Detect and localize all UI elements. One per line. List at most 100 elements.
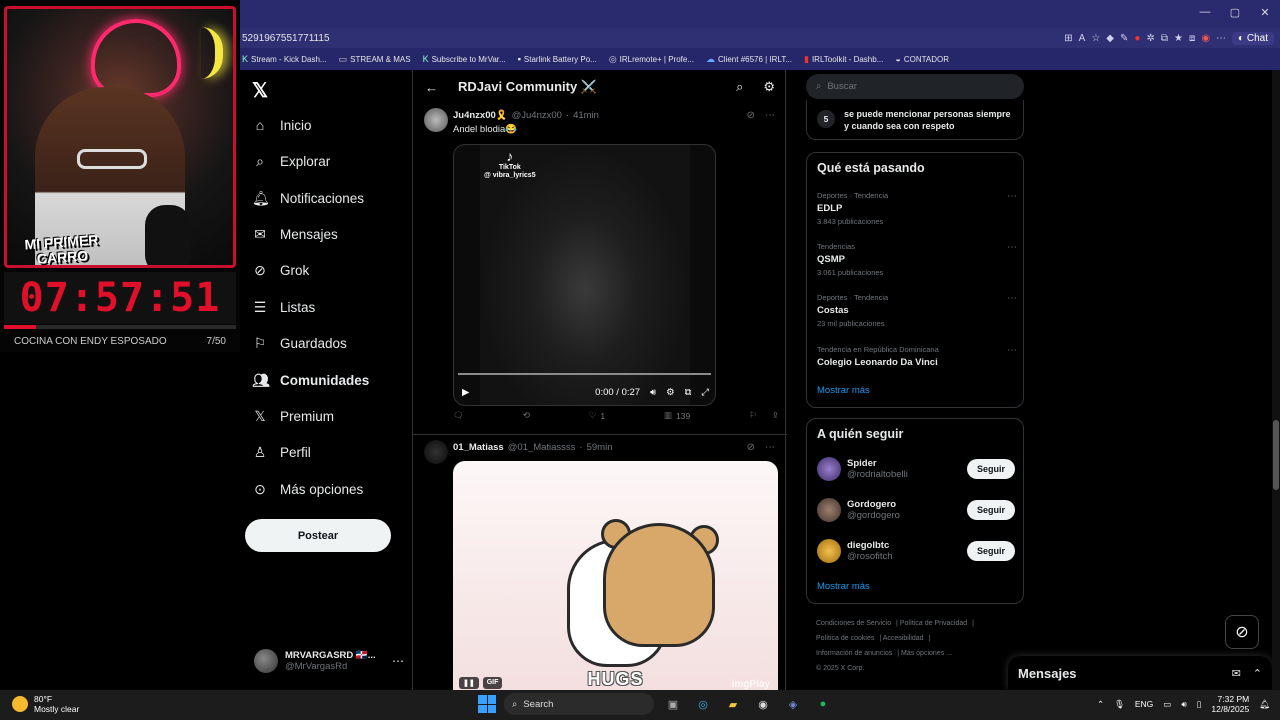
more-dots-icon[interactable]: ⋯ <box>1007 345 1017 356</box>
follow-button[interactable]: Seguir <box>966 500 1015 520</box>
nav-item-perfil[interactable]: ♙ Perfil <box>252 437 311 467</box>
volume-icon[interactable]: 🔊︎ <box>1181 699 1186 710</box>
gif-media[interactable]: HUGS ❚❚ GIF imgPlay <box>453 461 778 690</box>
nav-item-listas[interactable]: ☰ Listas <box>252 292 316 322</box>
tweet-time[interactable]: 59min <box>587 442 613 453</box>
fullscreen-icon[interactable]: ⤢ <box>701 387 709 398</box>
show-more-link[interactable]: Mostrar más <box>817 385 870 396</box>
follow-suggestion[interactable]: Spider @rodrialtobelli Seguir <box>817 454 1015 484</box>
tweet-time[interactable]: 41min <box>573 110 599 121</box>
more-dots-icon[interactable]: ⋯ <box>1007 191 1017 202</box>
grok-explain-icon[interactable]: ⊘ <box>747 442 755 453</box>
split-screen-icon[interactable]: ⧉ <box>1161 33 1168 44</box>
new-message-icon[interactable]: ✉ <box>1232 667 1241 680</box>
minimize-icon[interactable]: — <box>1190 0 1220 24</box>
bookmark-item[interactable]: K Subscribe to MrVar... <box>423 54 506 64</box>
avatar[interactable] <box>424 440 448 464</box>
footer-link[interactable]: Accesibilidad <box>883 635 924 642</box>
scroll-thumb[interactable] <box>1273 420 1279 490</box>
volume-icon[interactable]: 🔊︎ <box>650 387 656 398</box>
follow-suggestion[interactable]: diegolbtc @rosofitch Seguir <box>817 536 1015 566</box>
puzzle-icon[interactable]: ✲ <box>1146 33 1154 44</box>
footer-link[interactable]: Política de Privacidad <box>900 620 967 627</box>
search-icon[interactable]: ⌕ <box>736 79 743 95</box>
page-scrollbar[interactable] <box>1272 70 1280 690</box>
author-handle[interactable]: @Ju4nzx00 <box>512 110 562 121</box>
author-name[interactable]: Ju4nzx00🎗️ <box>453 110 508 121</box>
red-extension-icon[interactable]: ● <box>1134 33 1140 44</box>
more-dots-icon[interactable]: ⋯ <box>392 654 404 668</box>
reply-button[interactable]: 🗨︎ <box>453 410 464 421</box>
account-switcher[interactable]: MRVARGASRD 🇩🇴... @MrVargasRd ⋯ <box>254 646 404 676</box>
follow-button[interactable]: Seguir <box>966 459 1015 479</box>
extension-icon[interactable]: ◆ <box>1106 33 1114 44</box>
bookmark-icon[interactable]: ⚐ <box>749 410 757 421</box>
windows-start-icon[interactable] <box>478 695 496 713</box>
trend-item[interactable]: Deportes · Tendencia Costas 23 mil publi… <box>817 293 1017 328</box>
more-dots-icon[interactable]: ⋯ <box>765 442 775 453</box>
post-button[interactable]: Postear <box>245 519 391 552</box>
trend-item[interactable]: Tendencia en República Dominicana Colegi… <box>817 345 1017 368</box>
url-field[interactable]: 5291967551771115 <box>240 33 1064 44</box>
views-button[interactable]: ▥ 139 <box>664 410 690 421</box>
video-player[interactable]: ♪ TikTok @ vibra_lyrics5 ▶ 0:00 / 0:27 🔊︎ … <box>453 144 716 406</box>
chevron-up-icon[interactable]: ⌃ <box>1097 699 1104 710</box>
notification-bell-icon[interactable]: 🔔︎ <box>1259 699 1270 710</box>
bookmark-item[interactable]: ◎ IRLremote+ | Profe... <box>609 54 694 65</box>
play-icon[interactable]: ▶ <box>462 387 469 398</box>
settings-gear-icon[interactable]: ⚙ <box>763 79 775 95</box>
bookmark-item[interactable]: ▭ STREAM & MAS <box>339 54 411 65</box>
nav-item-comunidades[interactable]: 👥︎ Comunidades <box>252 365 369 395</box>
clock[interactable]: 7:32 PM 12/8/2025 <box>1211 694 1249 714</box>
footer-link[interactable]: Política de cookies <box>816 635 874 642</box>
follow-button[interactable]: Seguir <box>966 541 1015 561</box>
bookmark-item[interactable]: ▪ Starlink Battery Po... <box>518 54 597 64</box>
bookmark-item[interactable]: ◒ CONTADOR <box>895 54 949 64</box>
spotify-icon[interactable]: ● <box>812 693 834 715</box>
grok-floating-button[interactable]: ⊘ <box>1225 615 1259 649</box>
footer-link[interactable]: Más opciones ... <box>901 650 952 657</box>
nav-item-guardados[interactable]: ⚐ Guardados <box>252 328 347 358</box>
grok-explain-icon[interactable]: ⊘ <box>747 110 755 121</box>
bookmark-item[interactable]: ☁ Client #6576 | IRLT... <box>706 54 792 65</box>
bookmark-item[interactable]: ▮ IRLToolkit - Dashb... <box>804 54 883 65</box>
search-input[interactable]: ⌕ Buscar <box>806 74 1024 99</box>
share-icon[interactable]: ⇪ <box>772 410 779 421</box>
bookmark-item[interactable]: K Stream - Kick Dash... <box>242 54 327 64</box>
more-icon[interactable]: ⋯ <box>1216 33 1226 44</box>
pen-extension-icon[interactable]: ✎ <box>1120 33 1128 44</box>
settings-gear-icon[interactable]: ⚙ <box>666 387 675 398</box>
footer-link[interactable]: Condiciones de Servicio <box>816 620 891 627</box>
avatar[interactable] <box>424 108 448 132</box>
collections-icon[interactable]: ⧈ <box>1189 33 1195 44</box>
language-indicator[interactable]: ENG <box>1135 699 1153 709</box>
maximize-icon[interactable]: ▢ <box>1220 0 1250 24</box>
nav-item-grok[interactable]: ⊘ Grok <box>252 255 309 285</box>
edge-icon[interactable]: ◎ <box>692 693 714 715</box>
nav-item-mas-opciones[interactable]: ⊙ Más opciones <box>252 474 363 504</box>
author-handle[interactable]: @01_Matiassss <box>508 442 576 453</box>
obs-icon[interactable]: ◉ <box>752 693 774 715</box>
show-more-link[interactable]: Mostrar más <box>817 581 870 592</box>
video-progress-bar[interactable] <box>458 373 711 375</box>
nav-item-inicio[interactable]: ⌂ Inicio <box>252 110 312 140</box>
more-dots-icon[interactable]: ⋯ <box>1007 242 1017 253</box>
nav-item-premium[interactable]: 𝕏 Premium <box>252 401 334 431</box>
more-dots-icon[interactable]: ⋯ <box>765 110 775 121</box>
nav-item-explorar[interactable]: ⌕ Explorar <box>252 146 330 176</box>
weather-widget[interactable]: 80°F Mostly clear <box>12 694 79 714</box>
read-aloud-icon[interactable]: A <box>1079 33 1086 44</box>
discord-icon[interactable]: ◈ <box>782 693 804 715</box>
follow-suggestion[interactable]: Gordogero @gordogero Seguir <box>817 495 1015 525</box>
author-name[interactable]: 01_Matiass <box>453 442 504 453</box>
messages-drawer[interactable]: Mensajes ✉ ⌃ <box>1008 656 1272 690</box>
close-icon[interactable]: ✕ <box>1250 0 1280 24</box>
favorite-star-icon[interactable]: ☆ <box>1091 33 1100 44</box>
back-arrow-icon[interactable]: ← <box>425 80 438 95</box>
trend-item[interactable]: Tendencias QSMP 3.061 publicaciones ⋯ <box>817 242 1017 277</box>
battery-icon[interactable]: ▯ <box>1197 699 1202 710</box>
tweet[interactable]: Ju4nzx00🎗️ @Ju4nzx00 · 41min ⊘ ⋯ Andel b… <box>413 104 787 434</box>
taskbar-search[interactable]: ⌕ Search <box>504 693 654 715</box>
microphone-icon[interactable]: 🎙︎ <box>1114 699 1125 710</box>
nav-item-notificaciones[interactable]: 🔔︎ Notificaciones <box>252 183 364 213</box>
